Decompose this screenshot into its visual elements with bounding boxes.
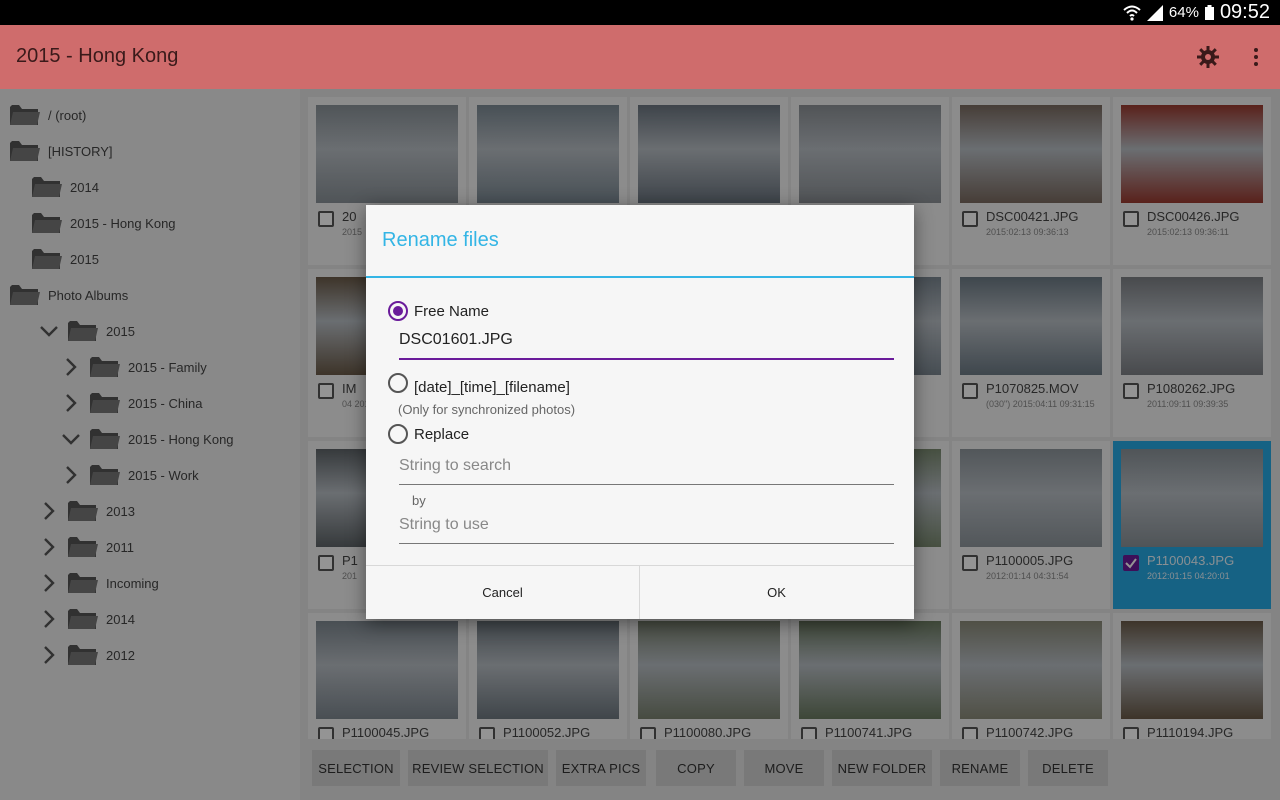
free-name-input[interactable]: [399, 326, 894, 360]
replace-string-input[interactable]: [399, 510, 894, 544]
battery-percent: 64%: [1168, 4, 1199, 21]
action-bar: 2015 - Hong Kong: [0, 25, 1280, 89]
settings-gear-icon[interactable]: [1196, 45, 1220, 69]
battery-icon: [1204, 5, 1214, 20]
date-time-label: [date]_[time]_[filename]: [414, 379, 570, 396]
replace-radio[interactable]: [388, 424, 408, 444]
cancel-button[interactable]: Cancel: [366, 566, 639, 619]
status-bar: 64% 09:52: [0, 0, 1280, 25]
dialog-title: Rename files: [382, 229, 499, 251]
free-name-radio[interactable]: [388, 301, 408, 321]
replace-label: Replace: [414, 426, 470, 443]
clock: 09:52: [1219, 1, 1270, 23]
overflow-menu-icon[interactable]: [1246, 45, 1266, 69]
page-title: 2015 - Hong Kong: [16, 45, 179, 67]
free-name-label: Free Name: [414, 303, 490, 320]
signal-icon: [1146, 4, 1163, 21]
date-time-hint: (Only for synchronized photos): [398, 402, 576, 417]
wifi-icon: [1123, 5, 1141, 21]
rename-dialog: Rename files Free Name [date]_[time]_[fi…: [366, 205, 914, 619]
date-time-radio[interactable]: [388, 373, 408, 393]
dialog-title-divider: [366, 276, 914, 278]
ok-button[interactable]: OK: [640, 566, 913, 619]
by-label: by: [412, 493, 426, 508]
search-string-input[interactable]: [399, 451, 894, 485]
